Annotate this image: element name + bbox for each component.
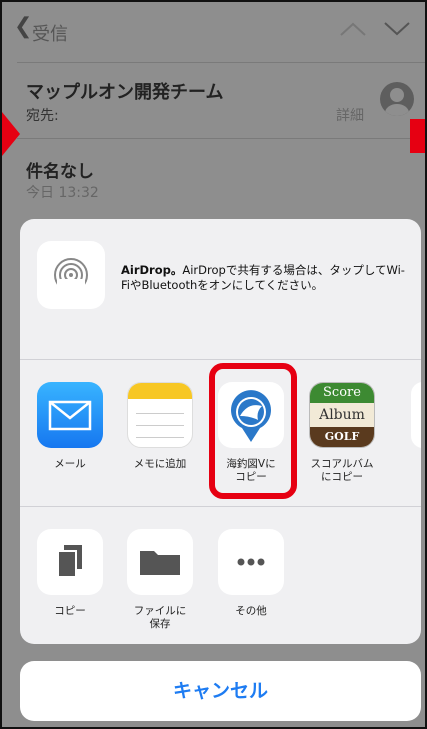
score-album-line2: Album (319, 407, 365, 423)
score-album-icon[interactable]: Score Album GOLF (309, 382, 375, 448)
divider (17, 62, 425, 63)
sender-name: マップルオン開発チーム (26, 82, 224, 103)
airdrop-title: AirDrop。 (121, 263, 183, 277)
nav-bar: ❮ 受信 (2, 2, 425, 62)
app-mail[interactable]: メール (30, 382, 110, 471)
airdrop-icon[interactable] (37, 241, 105, 309)
divider (20, 506, 421, 507)
action-copy[interactable]: コピー (30, 529, 110, 618)
screen: ❮ 受信 マップルオン開発チーム 宛先: 詳細 件名なし 今日 13:32 Ai… (0, 0, 427, 729)
copy-icon[interactable] (37, 529, 103, 595)
to-label: 宛先: (26, 108, 59, 124)
partial-app-icon[interactable] (411, 382, 421, 448)
action-save-file[interactable]: ファイルに 保存 (120, 529, 200, 631)
app-score-album[interactable]: Score Album GOLF スコアルバム にコピー (302, 382, 382, 484)
airdrop-description: AirDrop。AirDropで共有する場合は、タップしてWi-FiやBluet… (121, 263, 411, 293)
back-label[interactable]: 受信 (32, 20, 68, 46)
subject: 件名なし (26, 162, 94, 182)
app-notes[interactable]: メモに追加 (120, 382, 200, 471)
chevron-down-icon[interactable] (382, 20, 412, 38)
detail-link[interactable]: 詳細 (336, 105, 364, 125)
action-label-copy: コピー (54, 605, 86, 617)
divider (17, 138, 425, 139)
red-arrow-left (2, 112, 20, 156)
action-label-more: その他 (235, 605, 267, 617)
cancel-button[interactable]: キャンセル (20, 661, 421, 721)
red-marker-right (410, 119, 425, 153)
more-icon[interactable] (218, 529, 284, 595)
action-more[interactable]: その他 (211, 529, 291, 618)
avatar-icon (380, 82, 414, 116)
app-label-notes: メモに追加 (133, 458, 187, 470)
back-chevron-icon[interactable]: ❮ (14, 14, 32, 39)
airdrop-row[interactable]: AirDrop。AirDropで共有する場合は、タップしてWi-FiやBluet… (20, 219, 421, 359)
app-label-score-album: スコアルバム にコピー (310, 458, 374, 483)
divider (20, 359, 421, 360)
folder-icon[interactable] (127, 529, 193, 595)
mail-icon[interactable] (37, 382, 103, 448)
score-album-line3: GOLF (310, 427, 374, 447)
date: 今日 13:32 (26, 185, 99, 201)
score-album-line1: Score (310, 383, 374, 403)
app-label-mail: メール (54, 458, 86, 470)
chevron-up-icon[interactable] (338, 20, 368, 38)
action-label-save-file: ファイルに 保存 (133, 605, 187, 630)
red-highlight-box (209, 363, 297, 499)
notes-icon[interactable] (127, 382, 193, 448)
